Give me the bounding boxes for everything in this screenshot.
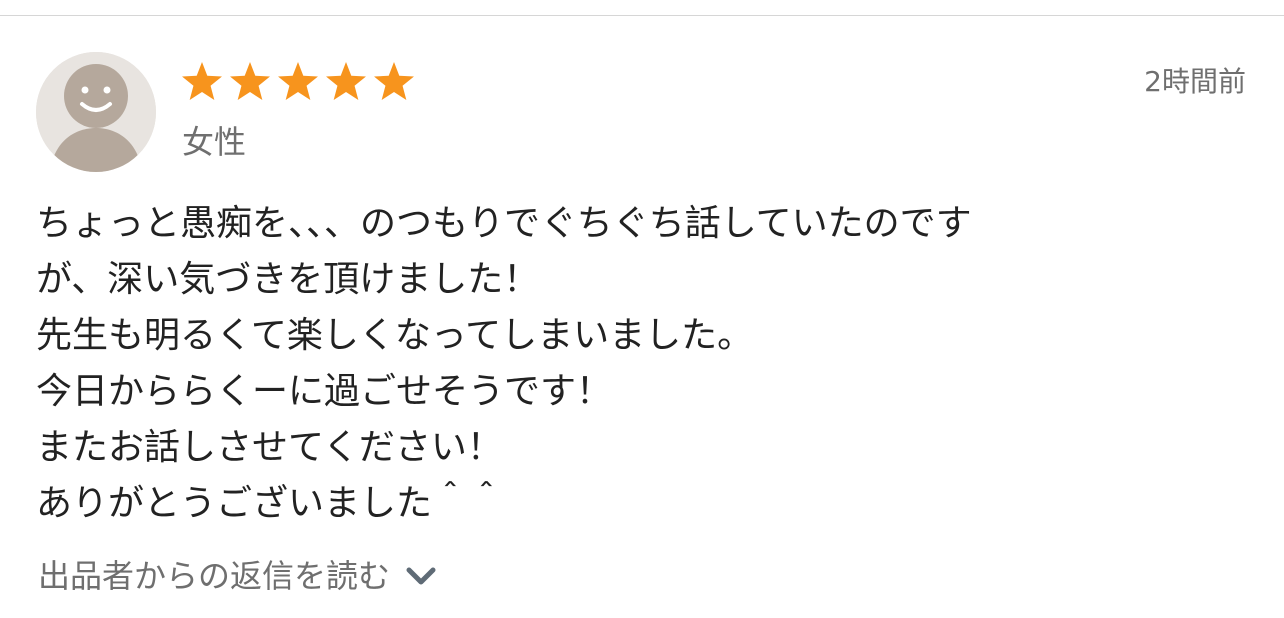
star-icon (180, 60, 224, 104)
star-icon (228, 60, 272, 104)
reviewer-gender: 女性 (182, 123, 247, 161)
star-rating (180, 60, 416, 104)
review-card: 女性 2時間前 ちょっと愚痴を、、、のつもりでぐちぐち話していたのです が、深い… (0, 16, 1284, 618)
read-seller-reply-label: 出品者からの返信を読む (38, 557, 391, 595)
comment-line: またお話しさせてください！ (36, 427, 503, 468)
review-timestamp: 2時間前 (1144, 65, 1246, 98)
chevron-down-icon (404, 559, 438, 593)
default-user-avatar-icon (36, 52, 156, 172)
review-comment: ちょっと愚痴を、、、のつもりでぐちぐち話していたのです が、深い気づきを頂けまし… (36, 196, 1246, 532)
star-icon (276, 60, 320, 104)
comment-line: ありがとうございました＾＾ (36, 483, 505, 524)
comment-line: 先生も明るくて楽しくなってしまいました。 (36, 315, 754, 356)
read-seller-reply-button[interactable]: 出品者からの返信を読む (38, 554, 438, 598)
avatar (36, 52, 156, 172)
comment-line: 今日かららくーに過ごせそうです！ (36, 371, 613, 412)
star-icon (324, 60, 368, 104)
comment-line: ちょっと愚痴を、、、のつもりでぐちぐち話していたのです (36, 203, 972, 244)
star-icon (372, 60, 416, 104)
comment-line: が、深い気づきを頂けました！ (36, 259, 540, 300)
